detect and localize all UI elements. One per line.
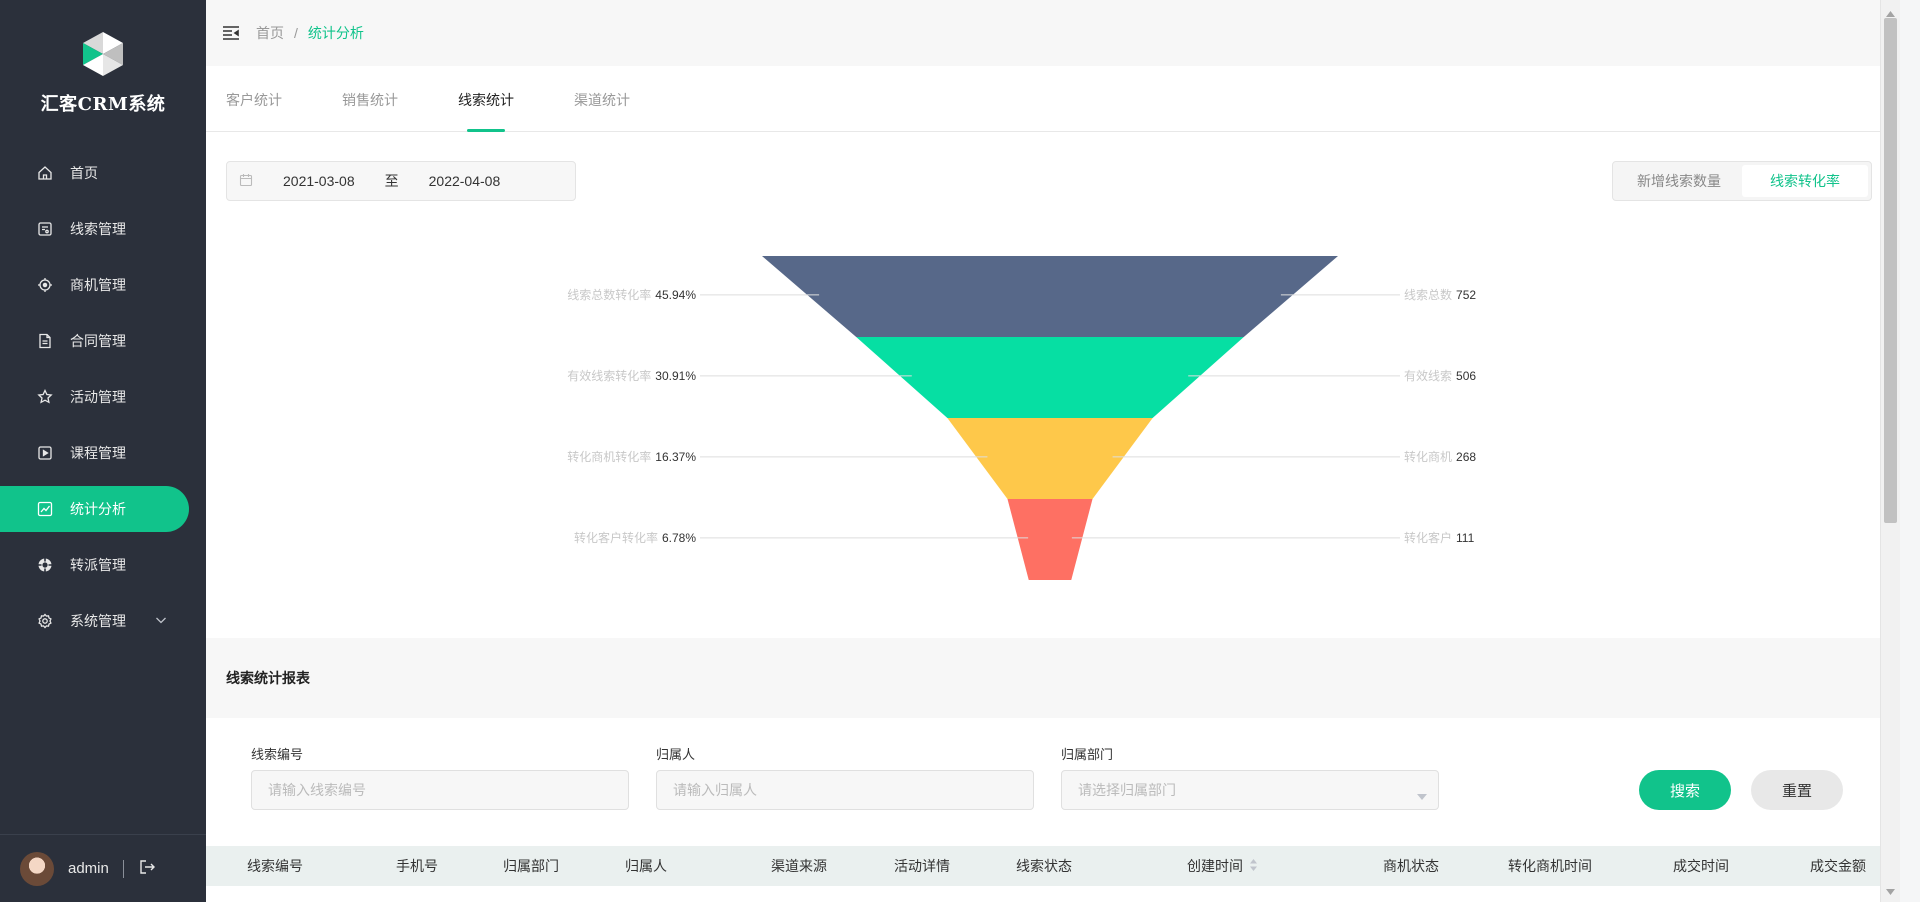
stats-tabs: 客户统计 销售统计 线索统计 渠道统计 [206, 66, 1900, 132]
column-header[interactable]: 成交金额 [1810, 846, 1866, 886]
sidebar-item-system[interactable]: 系统管理 [0, 598, 206, 644]
sidebar: 汇客CRM系统 首页 线索管理 商机管理 合同管理 活动管理 课程管理 统计分析… [0, 0, 206, 902]
username: admin [68, 860, 109, 877]
column-header[interactable]: 归属部门 [503, 846, 559, 886]
main-content: 首页 / 统计分析 客户统计 销售统计 线索统计 渠道统计 2021-03-08… [206, 0, 1900, 902]
clue-icon [36, 220, 54, 238]
scroll-down-icon[interactable] [1886, 882, 1895, 898]
reset-button[interactable]: 重置 [1751, 770, 1843, 810]
column-header-sortable[interactable]: 创建时间 [1187, 846, 1258, 886]
clue-number-field: 线索编号 [251, 744, 629, 810]
divider [122, 859, 124, 878]
owner-field: 归属人 [656, 744, 1034, 810]
funnel-stage[interactable] [762, 256, 1338, 337]
column-header-label: 创建时间 [1187, 858, 1243, 874]
sidebar-item-label: 商机管理 [70, 277, 126, 293]
column-header[interactable]: 归属人 [625, 846, 667, 886]
owner-label: 归属人 [656, 747, 696, 762]
breadcrumb-separator: / [294, 25, 298, 41]
document-icon [36, 332, 54, 350]
column-header[interactable]: 成交时间 [1673, 846, 1729, 886]
sidebar-item-label: 系统管理 [70, 613, 126, 629]
department-field: 归属部门 [1061, 744, 1439, 810]
logout-icon[interactable] [138, 858, 156, 879]
report-filters: 线索编号 归属人 归属部门 搜索 重置 [206, 718, 1900, 846]
funnel-value-label: 有效线索 506 [1404, 368, 1476, 383]
tab-sales-stats[interactable]: 销售统计 [342, 66, 398, 132]
sidebar-item-label: 首页 [70, 165, 98, 181]
tab-clue-stats[interactable]: 线索统计 [458, 66, 514, 132]
sidebar-menu: 首页 线索管理 商机管理 合同管理 活动管理 课程管理 统计分析 转派管理 系统… [0, 150, 206, 654]
department-input[interactable] [1061, 770, 1439, 810]
tab-channel-stats[interactable]: 渠道统计 [574, 66, 630, 132]
sidebar-item-label: 转派管理 [70, 557, 126, 573]
funnel-stage[interactable] [1007, 499, 1093, 580]
department-label: 归属部门 [1061, 747, 1114, 762]
column-header[interactable]: 渠道来源 [771, 846, 827, 886]
funnel-value-label: 转化客户 111 [1404, 530, 1475, 545]
column-header[interactable]: 线索状态 [1016, 846, 1072, 886]
transfer-icon [36, 556, 54, 574]
sidebar-item-opportunities[interactable]: 商机管理 [0, 262, 206, 308]
tab-customer-stats[interactable]: 客户统计 [226, 66, 282, 132]
sidebar-item-label: 合同管理 [70, 333, 126, 349]
sidebar-item-clues[interactable]: 线索管理 [0, 206, 206, 252]
sidebar-item-statistics[interactable]: 统计分析 [0, 486, 189, 532]
logo-icon [83, 32, 123, 76]
sidebar-item-label: 课程管理 [70, 445, 126, 461]
breadcrumb-current: 统计分析 [307, 25, 364, 41]
funnel-value-label: 转化商机 268 [1404, 449, 1476, 464]
clue-number-input[interactable] [251, 770, 629, 810]
funnel-rate-label: 转化商机转化率 16.37% [567, 449, 696, 464]
sidebar-item-label: 统计分析 [70, 501, 126, 517]
sidebar-item-home[interactable]: 首页 [0, 150, 206, 196]
funnel-stage[interactable] [856, 337, 1244, 418]
scrollbar-thumb[interactable] [1884, 18, 1897, 523]
sidebar-item-label: 线索管理 [70, 221, 126, 237]
app-logo[interactable]: 汇客CRM系统 [0, 30, 206, 116]
menu-fold-icon[interactable] [222, 25, 240, 41]
top-bar: 首页 / 统计分析 [206, 0, 1900, 66]
report-title: 线索统计报表 [206, 638, 1900, 718]
avatar[interactable] [20, 851, 54, 886]
sidebar-item-activities[interactable]: 活动管理 [0, 374, 206, 420]
play-icon [36, 444, 54, 462]
funnel-value-label: 线索总数 752 [1404, 287, 1476, 302]
table-header: 线索编号 手机号 归属部门 归属人 渠道来源 活动详情 线索状态 创建时间 商机… [206, 846, 1900, 886]
column-header[interactable]: 转化商机时间 [1508, 846, 1592, 886]
gear-icon [36, 612, 54, 630]
target-icon [36, 276, 54, 294]
funnel-rate-label: 有效线索转化率 30.91% [567, 368, 696, 383]
column-header[interactable]: 商机状态 [1383, 846, 1439, 886]
funnel-chart: 线索总数 752 线索总数转化率 45.94% 有效线索 506 有效线索转化率 30.91%… [567, 256, 1476, 580]
sidebar-item-label: 活动管理 [70, 389, 126, 405]
caret-down-icon [1417, 787, 1427, 803]
department-select[interactable] [1061, 770, 1439, 810]
funnel-rate-label: 线索总数转化率 45.94% [567, 287, 696, 302]
table-body [206, 886, 1900, 902]
sidebar-item-courses[interactable]: 课程管理 [0, 430, 206, 476]
search-button[interactable]: 搜索 [1639, 770, 1731, 810]
column-header[interactable]: 线索编号 [247, 846, 303, 886]
chart-panel: 2021-03-08 至 2022-04-08 新增线索数量 线索转化率 线索总… [206, 132, 1900, 638]
owner-input[interactable] [656, 770, 1034, 810]
breadcrumb-home[interactable]: 首页 [256, 23, 284, 43]
chart-icon [36, 500, 54, 518]
funnel-rate-label: 转化客户转化率 6.78% [574, 530, 696, 545]
clue-number-label: 线索编号 [251, 747, 304, 762]
sidebar-item-contracts[interactable]: 合同管理 [0, 318, 206, 364]
column-header[interactable]: 活动详情 [894, 846, 950, 886]
sidebar-item-transfer[interactable]: 转派管理 [0, 542, 206, 588]
app-title: 汇客CRM系统 [40, 94, 166, 115]
vertical-scrollbar[interactable] [1880, 0, 1900, 902]
home-icon [36, 164, 54, 182]
user-panel: admin [0, 834, 206, 902]
funnel-stage[interactable] [947, 418, 1153, 499]
sort-icon[interactable] [1249, 847, 1258, 887]
chevron-down-icon[interactable] [154, 613, 168, 630]
column-header[interactable]: 手机号 [396, 846, 438, 886]
star-icon [36, 388, 54, 406]
